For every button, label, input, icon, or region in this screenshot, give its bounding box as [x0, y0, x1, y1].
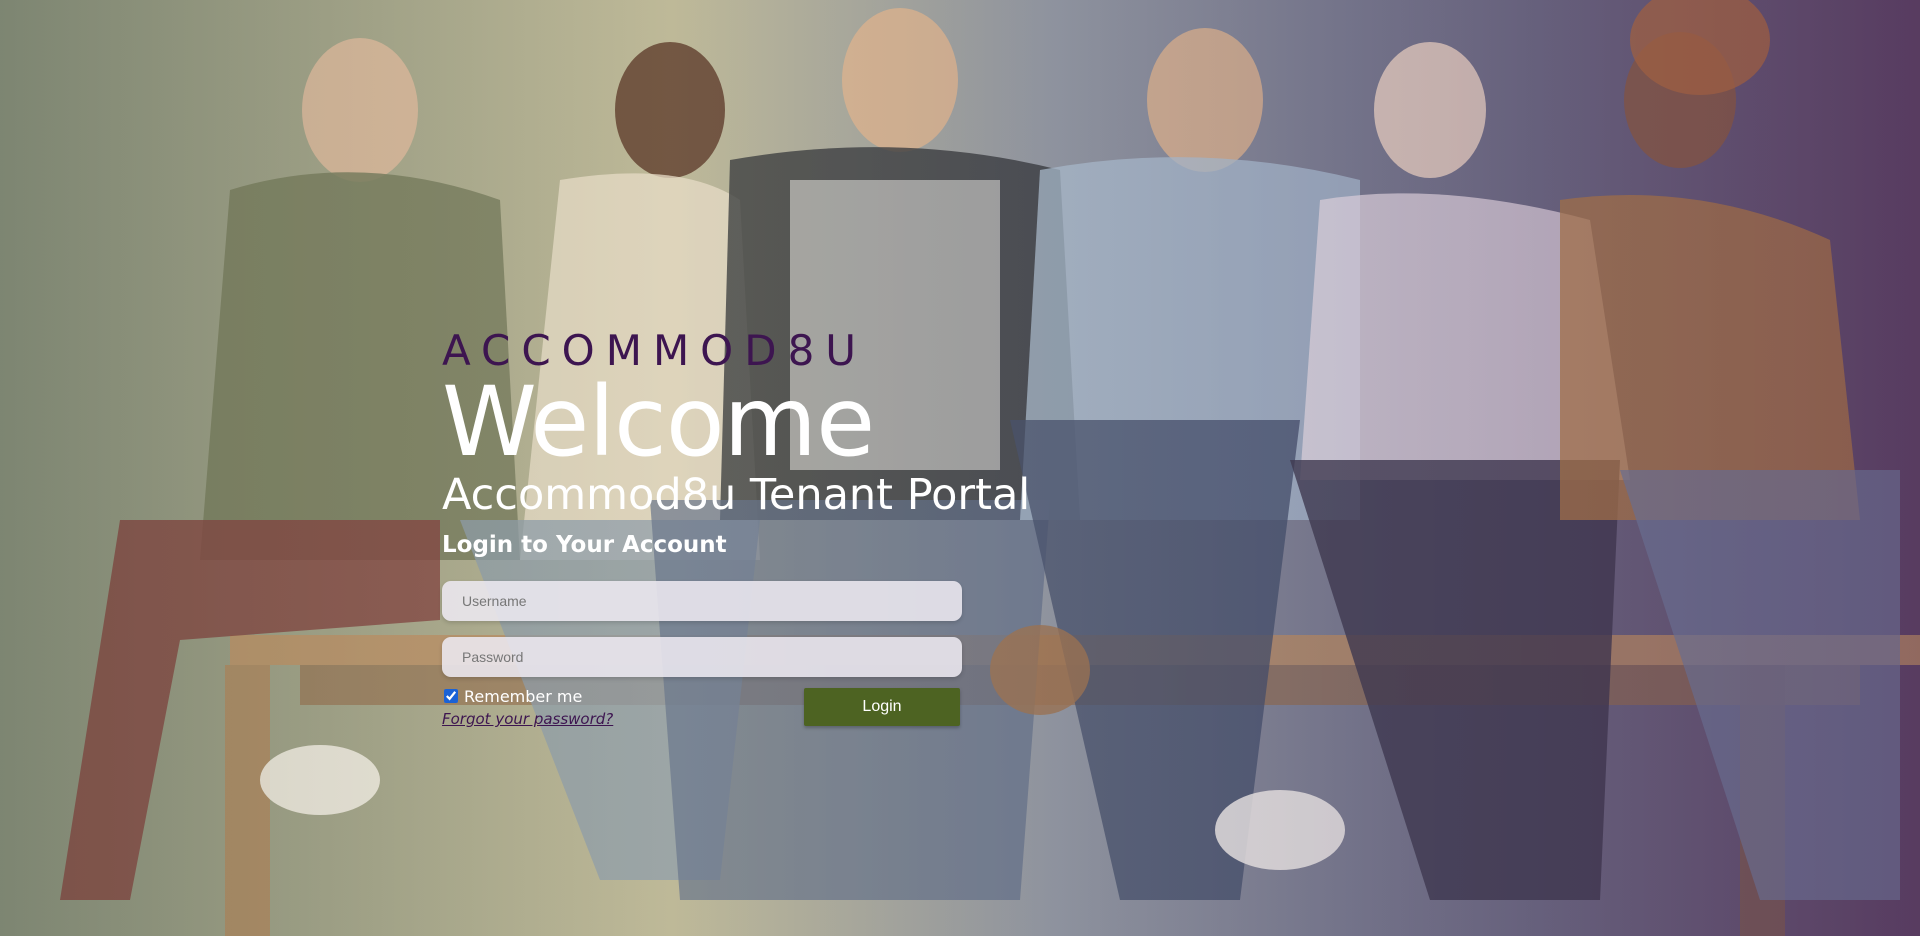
forgot-password-link[interactable]: Forgot your password? [442, 710, 613, 728]
portal-title: Accommod8u Tenant Portal [442, 470, 1031, 520]
username-field-wrapper [442, 581, 962, 621]
login-form-heading: Login to Your Account [442, 532, 727, 558]
password-input[interactable] [442, 637, 962, 677]
login-button[interactable]: Login [804, 688, 960, 726]
login-page: ACCOMMOD8U Welcome Accommod8u Tenant Por… [0, 0, 1920, 936]
welcome-heading: Welcome [442, 366, 875, 478]
login-panel: ACCOMMOD8U Welcome Accommod8u Tenant Por… [442, 328, 1042, 728]
password-field-wrapper [442, 637, 962, 677]
remember-me-row: Remember me [444, 685, 582, 707]
username-input[interactable] [442, 581, 962, 621]
remember-me-checkbox[interactable] [444, 689, 458, 703]
remember-me-label[interactable]: Remember me [464, 687, 582, 706]
